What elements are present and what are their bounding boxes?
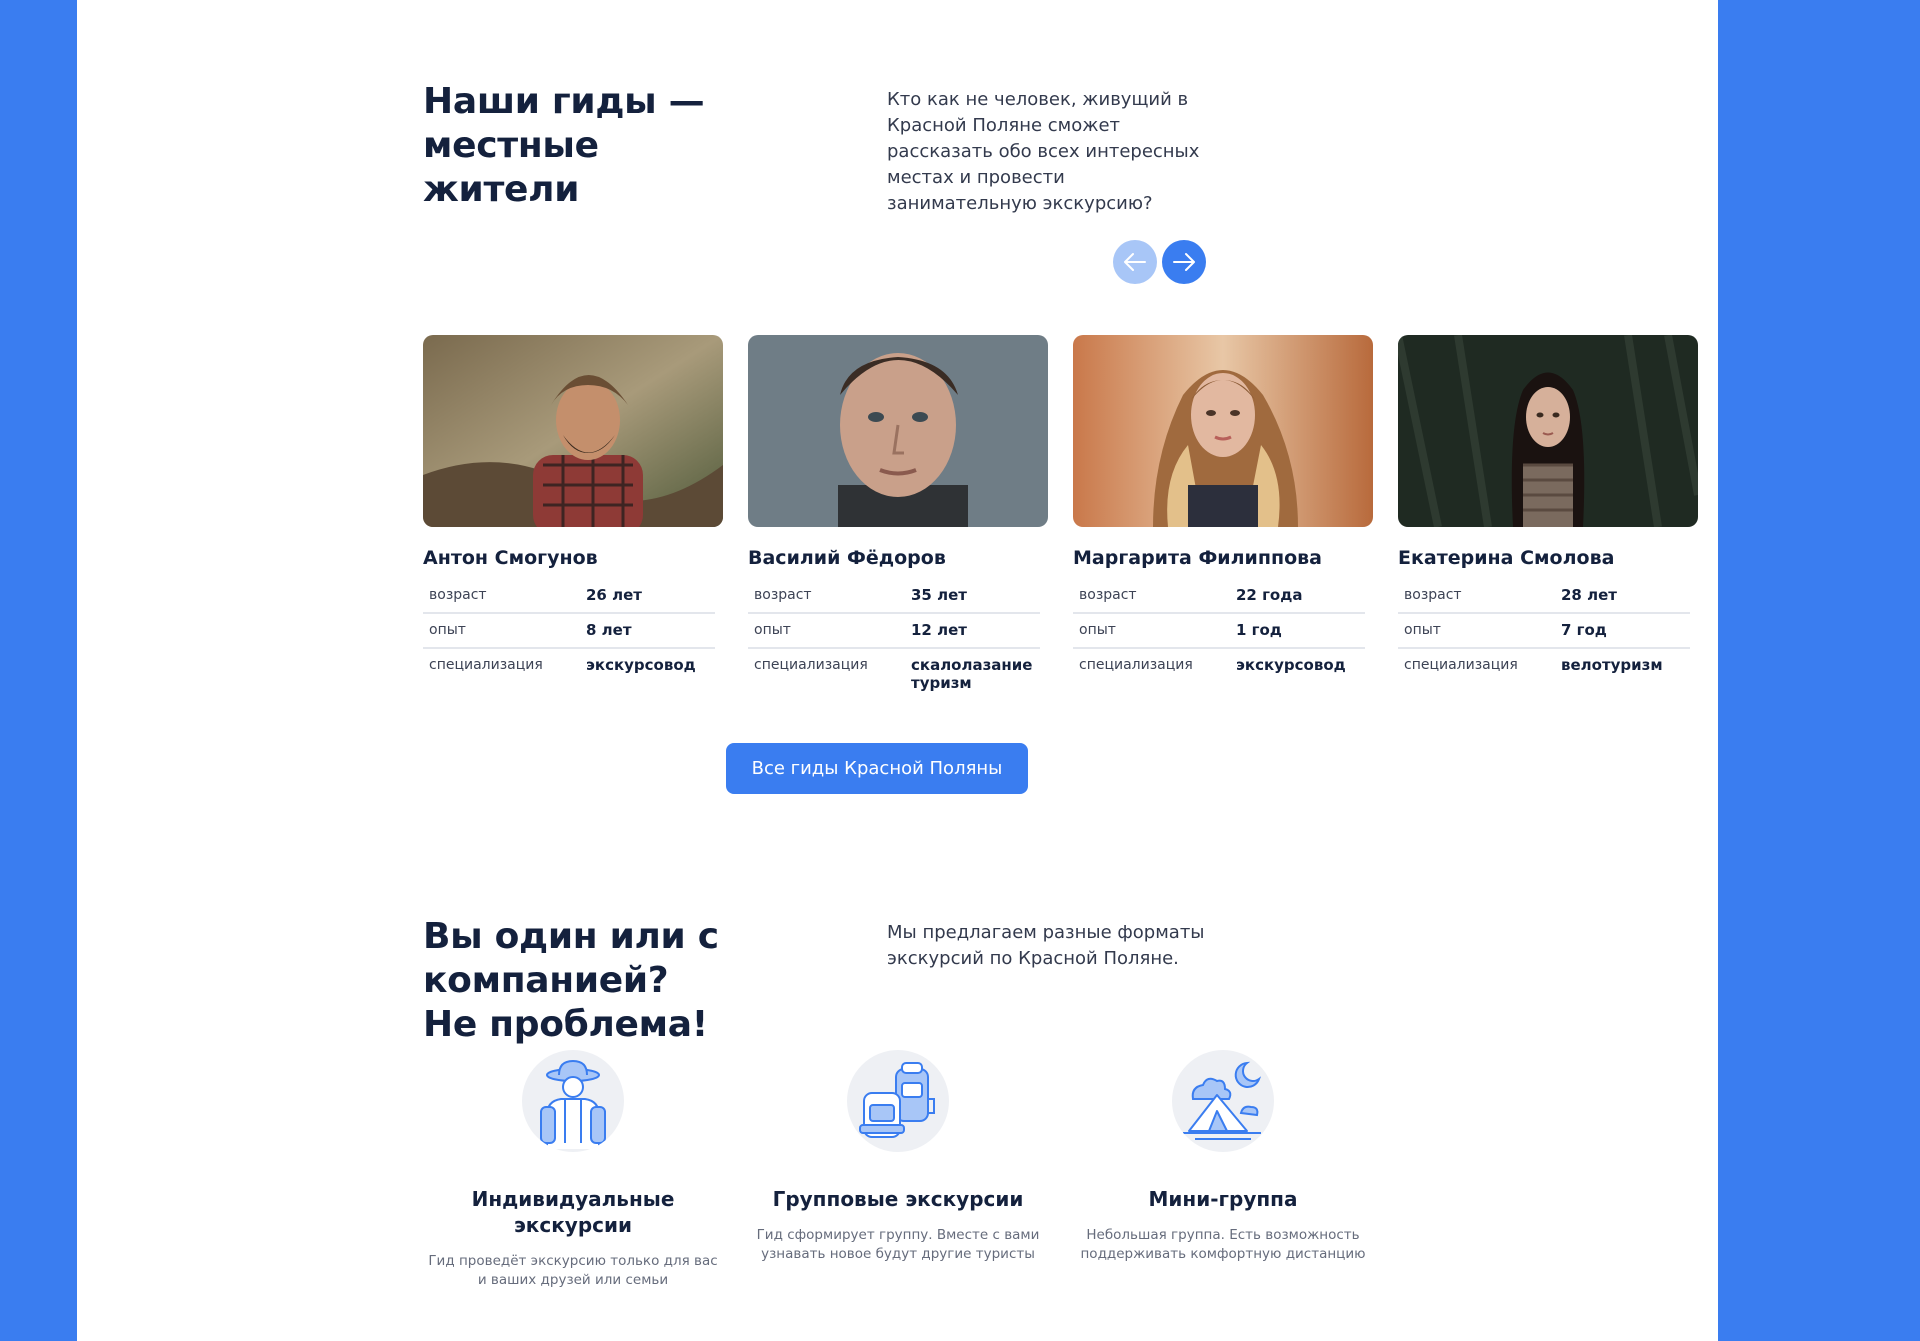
guide-photo	[1073, 335, 1373, 527]
specialization-label: специализация	[1404, 657, 1518, 673]
tent-icon	[1172, 1050, 1274, 1152]
age-label: возраст	[1404, 587, 1462, 603]
age-value: 22 года	[1236, 586, 1303, 604]
guide-name: Екатерина Смолова	[1398, 547, 1615, 569]
age-value: 35 лет	[911, 586, 967, 604]
formats-section-title: Вы один или с компанией? Не проблема!	[423, 915, 893, 1047]
guide-photo	[1398, 335, 1698, 527]
guide-card[interactable]: Антон Смогунов возраст 26 лет опыт 8 лет…	[423, 335, 723, 700]
guide-name: Антон Смогунов	[423, 547, 598, 569]
guide-age-row: возраст 35 лет	[748, 579, 1040, 614]
guide-age-row: возраст 26 лет	[423, 579, 715, 614]
guide-specialization-row: специализация велотуризм	[1398, 649, 1690, 682]
formats-title-line1: Вы один или с компанией?	[423, 916, 719, 1001]
guide-card[interactable]: Василий Фёдоров возраст 35 лет опыт 12 л…	[748, 335, 1048, 700]
slider-prev-button[interactable]	[1113, 240, 1157, 284]
format-item[interactable]: Групповые экскурсии Гид сформирует групп…	[748, 1050, 1048, 1290]
guide-age-row: возраст 22 года	[1073, 579, 1365, 614]
experience-value: 7 год	[1561, 621, 1607, 639]
page-content: Наши гиды — местные жители Кто как не че…	[77, 0, 1718, 1341]
slider-next-button[interactable]	[1162, 240, 1206, 284]
specialization-label: специализация	[429, 657, 543, 673]
experience-label: опыт	[1079, 622, 1116, 638]
specialization-value: скалолазание туризм	[911, 656, 1033, 692]
guide-experience-row: опыт 12 лет	[748, 614, 1040, 649]
specialization-label: специализация	[1079, 657, 1193, 673]
format-title: Индивидуальные экскурсии	[471, 1187, 675, 1237]
guide-name: Василий Фёдоров	[748, 547, 946, 569]
experience-value: 8 лет	[586, 621, 632, 639]
age-label: возраст	[429, 587, 487, 603]
guide-experience-row: опыт 7 год	[1398, 614, 1690, 649]
guides-section-title: Наши гиды — местные жители	[423, 80, 843, 212]
format-title: Групповые экскурсии	[772, 1187, 1024, 1211]
format-item[interactable]: Индивидуальные экскурсии Гид проведёт эк…	[423, 1050, 723, 1290]
formats-title-line2: Не проблема!	[423, 1004, 708, 1045]
format-description: Небольшая группа. Есть возможность подде…	[1080, 1227, 1366, 1262]
guide-specialization-row: специализация экскурсовод	[423, 649, 715, 682]
guide-age-row: возраст 28 лет	[1398, 579, 1690, 614]
formats-section-description: Мы предлагаем разные форматы экскурсий п…	[887, 922, 1205, 969]
format-title: Мини-группа	[1148, 1187, 1298, 1211]
age-value: 28 лет	[1561, 586, 1617, 604]
experience-value: 12 лет	[911, 621, 967, 639]
experience-label: опыт	[429, 622, 466, 638]
guide-photo	[423, 335, 723, 527]
age-value: 26 лет	[586, 586, 642, 604]
experience-value: 1 год	[1236, 621, 1282, 639]
specialization-value: экскурсовод	[586, 656, 696, 674]
hiker-icon	[522, 1050, 624, 1152]
guide-experience-row: опыт 1 год	[1073, 614, 1365, 649]
guide-specialization-row: специализация экскурсовод	[1073, 649, 1365, 682]
format-item[interactable]: Мини-группа Небольшая группа. Есть возмо…	[1073, 1050, 1373, 1290]
guide-cards-list: Антон Смогунов возраст 26 лет опыт 8 лет…	[423, 335, 1698, 700]
guide-photo	[748, 335, 1048, 527]
guide-name: Маргарита Филиппова	[1073, 547, 1322, 569]
guides-title-line1: Наши гиды — местные	[423, 81, 705, 166]
all-guides-button[interactable]: Все гиды Красной Поляны	[726, 743, 1028, 794]
format-description: Гид проведёт экскурсию только для вас и …	[428, 1253, 718, 1288]
backpacks-icon	[847, 1050, 949, 1152]
guides-section-description: Кто как не человек, живущий в Красной По…	[887, 89, 1200, 214]
guides-title-line2: жители	[423, 169, 580, 210]
formats-list: Индивидуальные экскурсии Гид проведёт эк…	[423, 1050, 1373, 1290]
age-label: возраст	[754, 587, 812, 603]
arrow-right-icon	[1173, 253, 1195, 271]
age-label: возраст	[1079, 587, 1137, 603]
arrow-left-icon	[1124, 253, 1146, 271]
specialization-value: экскурсовод	[1236, 656, 1346, 674]
experience-label: опыт	[1404, 622, 1441, 638]
guide-card[interactable]: Маргарита Филиппова возраст 22 года опыт…	[1073, 335, 1373, 700]
specialization-label: специализация	[754, 657, 868, 673]
guide-card[interactable]: Екатерина Смолова возраст 28 лет опыт 7 …	[1398, 335, 1698, 700]
guide-specialization-row: специализация скалолазание туризм	[748, 649, 1040, 700]
guide-experience-row: опыт 8 лет	[423, 614, 715, 649]
format-description: Гид сформирует группу. Вместе с вами узн…	[756, 1227, 1040, 1262]
specialization-value: велотуризм	[1561, 656, 1663, 674]
experience-label: опыт	[754, 622, 791, 638]
